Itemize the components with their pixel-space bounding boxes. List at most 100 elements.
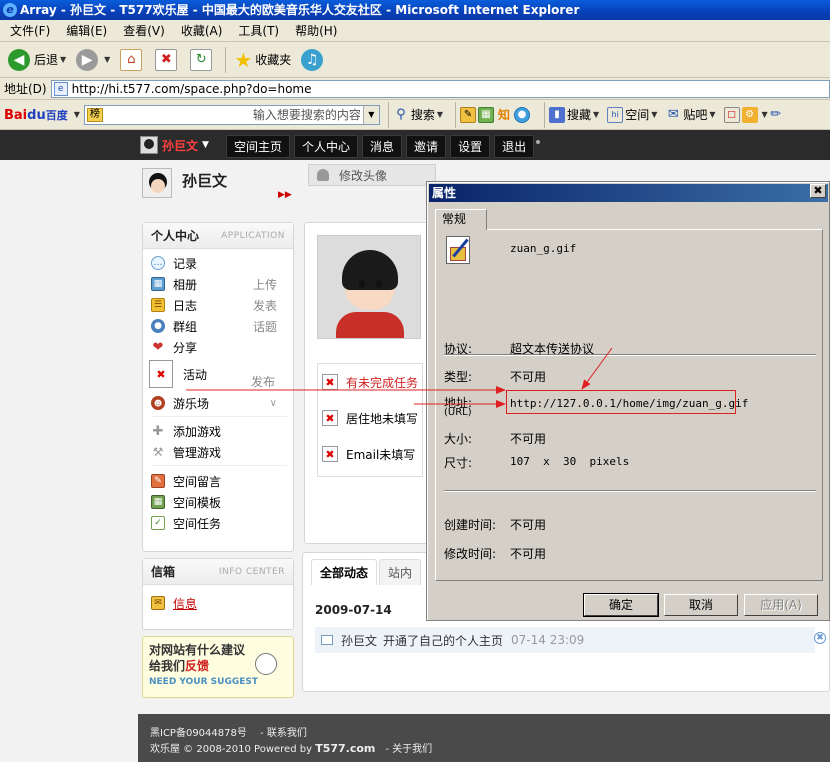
- app-item-record[interactable]: … 记录: [151, 253, 289, 273]
- baidu-tieba-button[interactable]: ✉ 贴吧 ▼: [665, 106, 716, 123]
- media-button[interactable]: ♫: [297, 45, 331, 75]
- blog-publish-link[interactable]: 发表: [253, 297, 277, 314]
- tab-site[interactable]: 站内: [379, 559, 422, 585]
- app-item-tasks[interactable]: ✓ 空间任务: [151, 513, 289, 533]
- site-footer: 黑ICP备09044878号 - 联系我们 欢乐屋 © 2008-2010 Po…: [138, 714, 830, 762]
- toolbar-separator: [455, 101, 457, 128]
- nav-settings[interactable]: 设置: [450, 135, 491, 158]
- info-message-link[interactable]: ✉ 信息: [151, 593, 289, 613]
- tieba-icon: ✉: [667, 107, 679, 122]
- refresh-button[interactable]: ↻: [186, 45, 219, 75]
- tab-general[interactable]: 常规: [435, 209, 487, 230]
- tools-dropdown-icon[interactable]: ▼: [762, 110, 768, 119]
- dialog-title-bar: 属性: [429, 184, 828, 202]
- application-panel-header: 个人中心 APPLICATION: [143, 223, 293, 249]
- user-dropdown[interactable]: 孙巨文 ▼: [140, 135, 209, 155]
- image-icon[interactable]: ▦: [478, 106, 495, 123]
- pencil-icon[interactable]: ✏: [768, 107, 784, 123]
- feed-user[interactable]: 孙巨文: [341, 632, 377, 649]
- games-expand-icon[interactable]: ∨: [270, 398, 277, 409]
- plus-icon: ✚: [152, 423, 164, 439]
- album-upload-link[interactable]: 上传: [253, 276, 277, 293]
- translate-icon[interactable]: □: [723, 106, 740, 123]
- baidu-logo[interactable]: Baidu百度: [4, 107, 68, 123]
- app-item-blog[interactable]: ☰ 日志 发表: [151, 295, 289, 315]
- nav-space-home[interactable]: 空间主页: [226, 135, 291, 158]
- dimensions-value: 107 x 30 pixels: [510, 455, 630, 468]
- baidu-search-input[interactable]: 榜 输入想要搜索的内容 ▼: [83, 104, 380, 125]
- space-icon: hi: [607, 106, 624, 123]
- app-item-template[interactable]: ▦ 空间模板: [151, 492, 289, 512]
- app-item-add-game[interactable]: ✚ 添加游戏: [151, 421, 289, 441]
- menu-favorites[interactable]: 收藏(A): [175, 22, 229, 39]
- divider: [444, 490, 816, 492]
- edit-avatar-label: 修改头像: [339, 168, 388, 183]
- edit-avatar-tab[interactable]: 修改头像: [308, 164, 436, 186]
- task-residence[interactable]: ✖ 居住地未填写: [322, 406, 422, 430]
- apply-button[interactable]: 应用(A): [744, 594, 818, 616]
- group-topic-link[interactable]: 话题: [253, 318, 277, 335]
- app-item-album[interactable]: ▦ 相册 上传: [151, 274, 289, 294]
- baidu-search-button[interactable]: ⚲ 搜索 ▼: [393, 106, 443, 123]
- zhidao-icon[interactable]: 知: [496, 107, 512, 123]
- app-item-group[interactable]: ● 群组 话题: [151, 316, 289, 336]
- activity-publish-link[interactable]: 发布: [251, 373, 275, 390]
- app-item-manage-game[interactable]: ⚒ 管理游戏: [151, 442, 289, 462]
- tieba-dropdown-icon[interactable]: ▼: [709, 110, 715, 119]
- space-dropdown-icon[interactable]: ▼: [651, 110, 657, 119]
- profile-avatar[interactable]: [317, 235, 421, 339]
- feed-item-icon: [321, 635, 333, 645]
- baidu-space-button[interactable]: hi 空间 ▼: [607, 106, 657, 123]
- nav-logout[interactable]: 退出: [494, 135, 535, 158]
- menu-edit[interactable]: 编辑(E): [60, 22, 113, 39]
- app-item-activity[interactable]: ✖ 活动 发布: [149, 359, 287, 389]
- cancel-button[interactable]: 取消: [664, 594, 738, 616]
- back-label: 后退: [34, 53, 59, 67]
- paint-icon[interactable]: ✎: [460, 106, 477, 123]
- app-item-games[interactable]: ☻ 游乐场 ∨: [151, 393, 289, 413]
- forward-button[interactable]: ▶ ▼: [72, 45, 114, 75]
- menu-help[interactable]: 帮助(H): [289, 22, 343, 39]
- favorites-button[interactable]: ★ 收藏夹: [230, 45, 295, 75]
- back-button[interactable]: ◀ 后退 ▼: [4, 45, 70, 75]
- tools-icon[interactable]: ⚙: [741, 106, 758, 123]
- menu-tools[interactable]: 工具(T): [232, 22, 285, 39]
- stop-button[interactable]: ✖: [151, 45, 184, 75]
- home-button[interactable]: ⌂: [116, 45, 149, 75]
- search-dropdown-icon[interactable]: ▼: [437, 110, 443, 119]
- toolbar-separator: [225, 46, 227, 73]
- suggestion-banner[interactable]: 对网站有什么建议 给我们反馈 NEED YOUR SUGGEST: [142, 636, 294, 698]
- back-dropdown-icon[interactable]: ▼: [60, 55, 66, 64]
- ok-button[interactable]: 确定: [583, 593, 659, 617]
- task-email[interactable]: ✖ Email未填写: [322, 442, 422, 466]
- app-item-share[interactable]: ❤ 分享: [151, 337, 289, 357]
- collect-dropdown-icon[interactable]: ▼: [593, 110, 599, 119]
- close-icon: ✖: [813, 184, 823, 197]
- speech-bubble-icon: …: [151, 256, 165, 270]
- favorites-label: 收藏夹: [255, 53, 292, 67]
- envelope-icon: ✉: [151, 596, 165, 610]
- forward-dropdown-icon[interactable]: ▼: [104, 55, 110, 64]
- task-unfinished[interactable]: ✖ 有未完成任务: [322, 370, 422, 394]
- dialog-title: 属性: [432, 186, 457, 200]
- broken-image-icon: ✖: [322, 374, 338, 390]
- tab-all-activity[interactable]: 全部动态: [311, 559, 378, 585]
- profile-avatar-small[interactable]: [142, 168, 172, 198]
- baidu-search-dropdown-icon[interactable]: ▼: [362, 105, 379, 124]
- nav-invite[interactable]: 邀请: [406, 135, 447, 158]
- task-list: ✖ 有未完成任务 ✖ 居住地未填写 ✖ Email未填写: [317, 363, 423, 477]
- dimensions-label: 尺寸:: [444, 456, 473, 470]
- app-item-guestbook[interactable]: ✎ 空间留言: [151, 471, 289, 491]
- menu-view[interactable]: 查看(V): [117, 22, 171, 39]
- nav-personal-center[interactable]: 个人中心: [294, 135, 359, 158]
- double-arrow-icon[interactable]: ▶▶: [278, 190, 292, 200]
- menu-file[interactable]: 文件(F): [4, 22, 56, 39]
- nav-messages[interactable]: 消息: [362, 135, 403, 158]
- dialog-close-button[interactable]: ✖: [810, 184, 826, 198]
- chat-icon[interactable]: ●: [514, 106, 531, 123]
- baidu-menu-dropdown-icon[interactable]: ▼: [74, 110, 80, 119]
- feed-close-icon[interactable]: ✖: [814, 632, 826, 644]
- baidu-collect-button[interactable]: ▮ 搜藏 ▼: [549, 106, 599, 123]
- address-input[interactable]: e http://hi.t577.com/space.php?do=home: [50, 79, 830, 98]
- profile-name[interactable]: 孙巨文: [182, 170, 227, 191]
